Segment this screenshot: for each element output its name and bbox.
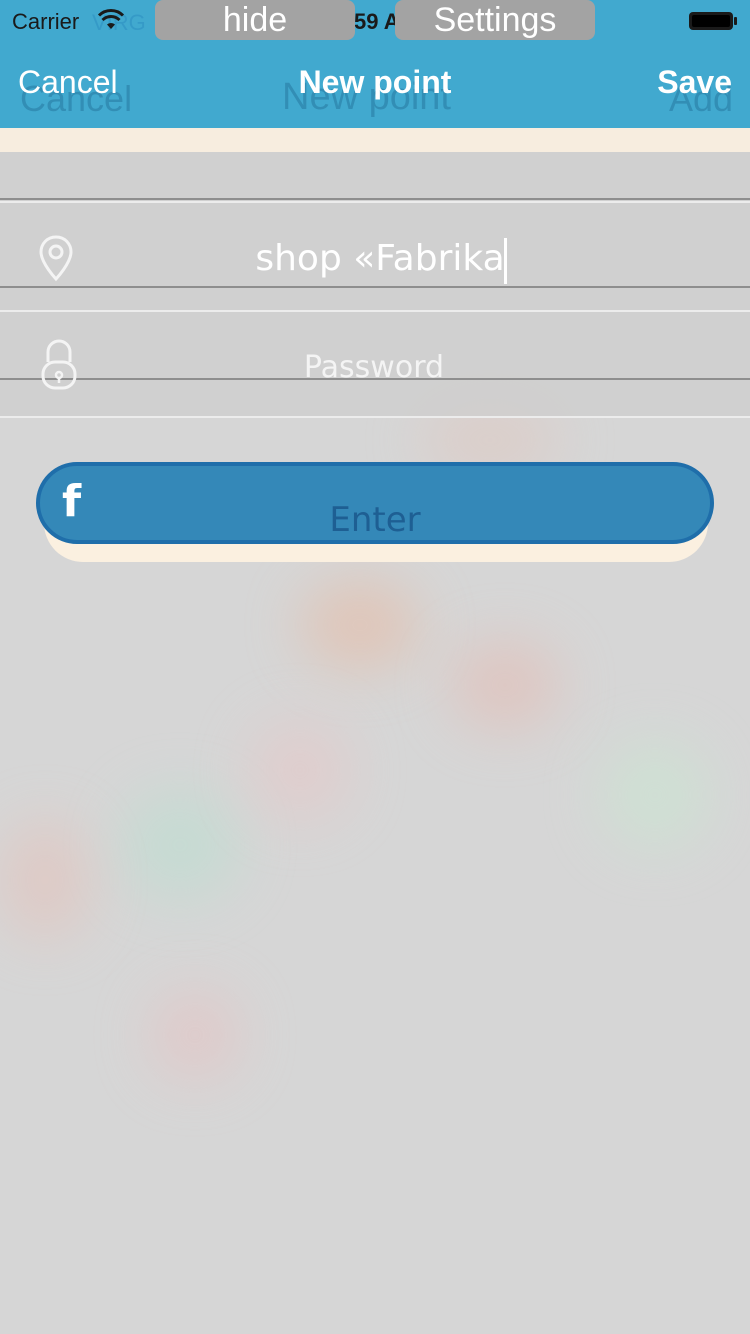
facebook-icon: f bbox=[62, 476, 82, 527]
background-blur bbox=[250, 720, 350, 820]
nav-bar-highlight-strip bbox=[0, 128, 750, 152]
divider bbox=[0, 286, 750, 288]
battery-icon bbox=[689, 12, 737, 30]
password-field[interactable] bbox=[100, 344, 648, 390]
background-blur bbox=[450, 640, 560, 730]
background-blur bbox=[300, 580, 420, 670]
lock-icon bbox=[41, 339, 77, 390]
divider bbox=[0, 310, 750, 312]
wifi-icon bbox=[98, 9, 124, 29]
background-blur bbox=[120, 790, 240, 900]
divider bbox=[0, 198, 750, 200]
background-blur bbox=[150, 990, 240, 1080]
hide-button[interactable]: hide bbox=[155, 0, 355, 40]
text-cursor bbox=[504, 238, 507, 284]
divider bbox=[0, 201, 750, 203]
divider bbox=[0, 416, 750, 418]
location-name-input[interactable] bbox=[100, 230, 660, 286]
enter-button[interactable]: Enter bbox=[36, 462, 714, 544]
background-blur bbox=[0, 820, 90, 940]
screen: Cancel New point Add VIRG Carrier 59 A h… bbox=[0, 0, 750, 1334]
background-blur bbox=[600, 740, 710, 850]
page-title: New point bbox=[298, 64, 452, 100]
carrier-label: Carrier bbox=[12, 9, 80, 34]
enter-button-label: Enter bbox=[329, 500, 421, 540]
save-button[interactable]: Save bbox=[657, 64, 732, 101]
settings-button[interactable]: Settings bbox=[395, 0, 595, 40]
status-bar: VIRG Carrier 59 A bbox=[0, 0, 750, 40]
location-pin-icon bbox=[39, 235, 73, 282]
status-time: 59 A bbox=[354, 9, 400, 34]
